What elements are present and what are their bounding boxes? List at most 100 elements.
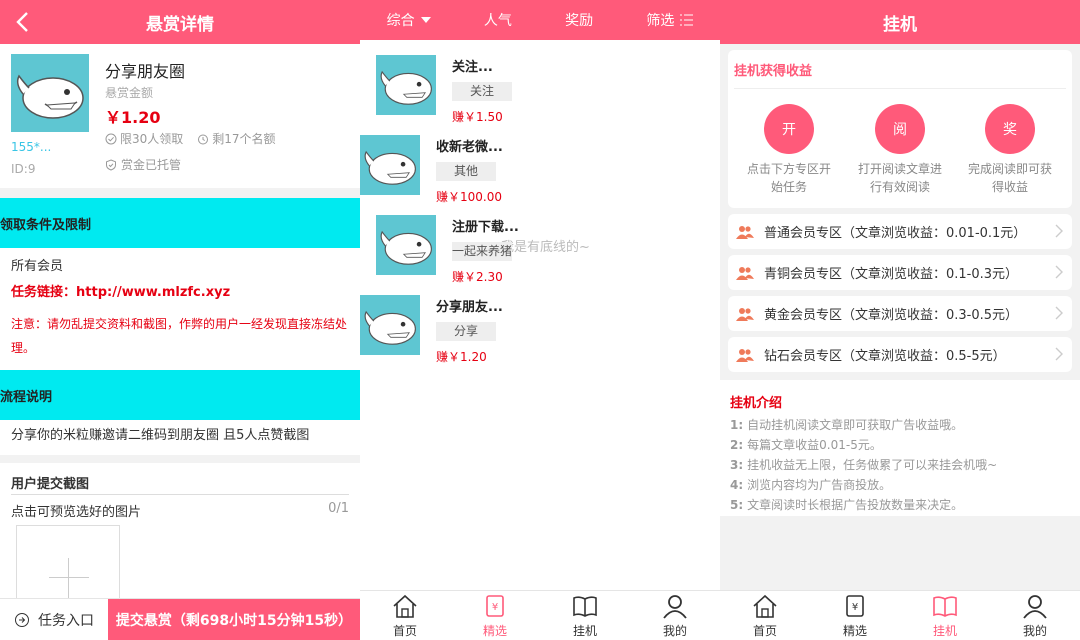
- quota-limit-text: 限30人领取: [120, 132, 184, 146]
- step-start-line1: 点击下方专区开: [746, 162, 831, 176]
- book-icon: [933, 596, 957, 617]
- filter-reward-label: 奖励: [565, 13, 594, 29]
- tab-home-label: 首页: [752, 624, 777, 638]
- step-read-text: 打开阅读文章进 行有效阅读: [850, 160, 950, 196]
- yen-tag-icon: ¥: [486, 595, 504, 617]
- tab-hangup[interactable]: 挂机: [900, 591, 990, 640]
- filter-composite-label: 综合: [386, 13, 415, 29]
- tab-home[interactable]: 首页: [360, 591, 450, 640]
- filter-screen-label: 筛选: [646, 13, 675, 29]
- intro-text: 自动挂机阅读文章即可获取广告收益哦。: [747, 418, 964, 432]
- task-tag: 一起来养猪: [452, 242, 512, 261]
- tab-mine[interactable]: 我的: [630, 591, 720, 640]
- intro-num: 5:: [730, 498, 744, 512]
- bottom-tab-bar: 首页 ¥ 精选 挂机 我的: [360, 590, 720, 640]
- filter-popular[interactable]: 人气: [484, 10, 512, 30]
- detail-bottom-bar: 任务入口 提交悬赏（剩698小时15分钟15秒）: [0, 598, 360, 640]
- filter-screen[interactable]: 筛选: [646, 10, 694, 30]
- tab-hangup-label: 挂机: [572, 624, 597, 638]
- task-link[interactable]: 任务链接：http://www.mlzfc.xyz: [11, 280, 349, 306]
- price-label: 悬赏金额: [105, 86, 154, 100]
- svg-text:¥: ¥: [852, 602, 858, 613]
- task-reward: 赚￥1.20: [436, 350, 487, 364]
- alarm-clock-icon: [198, 134, 209, 144]
- intro-text: 每篇文章收益0.01-5元。: [747, 438, 882, 452]
- submit-reward-button[interactable]: 提交悬赏（剩698小时15分钟15秒）: [108, 599, 360, 640]
- divider: [734, 88, 1066, 89]
- flow-heading-text: 流程说明: [0, 389, 53, 405]
- detail-header: 悬赏详情: [0, 0, 360, 44]
- flow-text: 分享你的米粒赚邀请二维码到朋友圈 且5人点赞截图: [0, 420, 360, 455]
- tab-hangup[interactable]: 挂机: [540, 591, 630, 640]
- earn-card: 挂机获得收益 开 点击下方专区开 始任务 阅 打开阅读文章进 行有效阅读 奖 完成阅…: [728, 50, 1072, 208]
- tab-featured-label: 精选: [842, 624, 867, 638]
- tab-featured[interactable]: ¥ 精选: [810, 591, 900, 640]
- hangup-header: 挂机: [720, 0, 1080, 44]
- chevron-right-icon: [1055, 224, 1063, 238]
- filter-reward[interactable]: 奖励: [565, 10, 593, 30]
- tab-mine[interactable]: 我的: [990, 591, 1080, 640]
- task-title: 关注...: [452, 60, 493, 75]
- whale-thumbnail-icon: [11, 54, 89, 132]
- filter-composite[interactable]: 综合: [387, 10, 431, 30]
- task-grid-item[interactable]: 注册下载... 一起来养猪 赚￥2.30: [376, 208, 550, 288]
- task-link-url[interactable]: http://www.mlzfc.xyz: [76, 285, 230, 300]
- conditions-heading: 领取条件及限制: [0, 198, 360, 248]
- whale-thumbnail-icon: [376, 55, 436, 115]
- zone-regular-label: 普通会员专区（文章浏览收益：0.01-0.1元）: [764, 226, 1027, 241]
- zone-gold[interactable]: 黄金会员专区（文章浏览收益：0.3-0.5元）: [728, 296, 1072, 331]
- zone-bronze[interactable]: 青铜会员专区（文章浏览收益：0.1-0.3元）: [728, 255, 1072, 290]
- zone-diamond[interactable]: 钻石会员专区（文章浏览收益：0.5-5元）: [728, 337, 1072, 372]
- login-arrow-icon: [15, 612, 29, 627]
- zone-regular[interactable]: 普通会员专区（文章浏览收益：0.01-0.1元）: [728, 214, 1072, 249]
- step-reward-text: 完成阅读即可获 得收益: [960, 160, 1060, 196]
- bottom-tab-bar: 首页 ¥ 精选 挂机 我的: [720, 590, 1080, 640]
- eligible-members: 所有会员: [11, 259, 64, 274]
- step-read-badge: 阅: [875, 104, 925, 154]
- task-grid: 关注... 关注 赚￥1.50 收新老微... 其他 赚￥100.00 注册下载…: [360, 40, 720, 364]
- tab-home[interactable]: 首页: [720, 591, 810, 640]
- caret-down-icon: [420, 17, 431, 23]
- zone-diamond-label: 钻石会员专区（文章浏览收益：0.5-5元）: [764, 349, 1006, 364]
- user-icon: [1023, 595, 1047, 619]
- tab-home-label: 首页: [392, 624, 417, 638]
- task-entry-button[interactable]: 任务入口: [0, 599, 108, 640]
- step-start-line2: 始任务: [770, 180, 807, 194]
- users-icon: [736, 225, 754, 239]
- task-card: 155*... ID:9 分享朋友圈 悬赏金额 ￥1.20 限30人领取 剩17…: [0, 44, 360, 188]
- back-arrow-icon[interactable]: [10, 8, 38, 36]
- image-count: 0/1: [328, 501, 349, 516]
- home-icon: [753, 594, 777, 618]
- hangup-screen: 挂机 挂机获得收益 开 点击下方专区开 始任务 阅 打开阅读文章进 行有效阅读 奖 …: [720, 0, 1080, 640]
- step-start-badge: 开: [764, 104, 814, 154]
- step-start: 开 点击下方专区开 始任务: [739, 104, 839, 196]
- task-tag: 分享: [436, 322, 496, 341]
- intro-num: 4:: [730, 478, 744, 492]
- whale-thumbnail-icon: [360, 295, 420, 355]
- task-title: 收新老微...: [436, 140, 503, 155]
- task-grid-item[interactable]: 分享朋友... 分享 赚￥1.20: [360, 288, 534, 368]
- submit-title: 用户提交截图: [11, 473, 349, 495]
- intro-text: 浏览内容均为广告商投放。: [747, 478, 892, 492]
- intro-line: 3: 挂机收益无上限，任务做累了可以来挂会机哦~: [730, 455, 1070, 475]
- flow-heading: 流程说明: [0, 370, 360, 420]
- filter-bar: 综合 人气 奖励 筛选: [360, 0, 720, 40]
- publisher-name: 155*...: [11, 140, 52, 154]
- screens: 悬赏详情 155*... ID:9 分享朋友圈 悬赏金额 ￥1.20 限30人领…: [0, 0, 1080, 640]
- tab-featured[interactable]: ¥ 精选: [450, 591, 540, 640]
- task-tag: 关注: [452, 82, 512, 101]
- quota-remaining-text: 剩17个名额: [212, 132, 276, 146]
- users-icon: [736, 266, 754, 280]
- filter-popular-label: 人气: [483, 13, 512, 29]
- zone-gold-label: 黄金会员专区（文章浏览收益：0.3-0.5元）: [764, 308, 1019, 323]
- task-id: ID:9: [11, 162, 36, 176]
- home-icon: [393, 594, 417, 618]
- plus-icon: [49, 577, 89, 578]
- task-grid-item[interactable]: 关注... 关注 赚￥1.50: [376, 48, 550, 128]
- submit-hint-row: 点击可预览选好的图片 0/1: [11, 501, 349, 520]
- task-grid-item[interactable]: 收新老微... 其他 赚￥100.00: [360, 128, 534, 208]
- chevron-right-icon: [1055, 347, 1063, 361]
- hangup-intro: 挂机介绍 1: 自动挂机阅读文章即可获取广告收益哦。 2: 每篇文章收益0.01-5…: [720, 380, 1080, 516]
- intro-title: 挂机介绍: [730, 396, 783, 411]
- whale-thumbnail-icon: [376, 215, 436, 275]
